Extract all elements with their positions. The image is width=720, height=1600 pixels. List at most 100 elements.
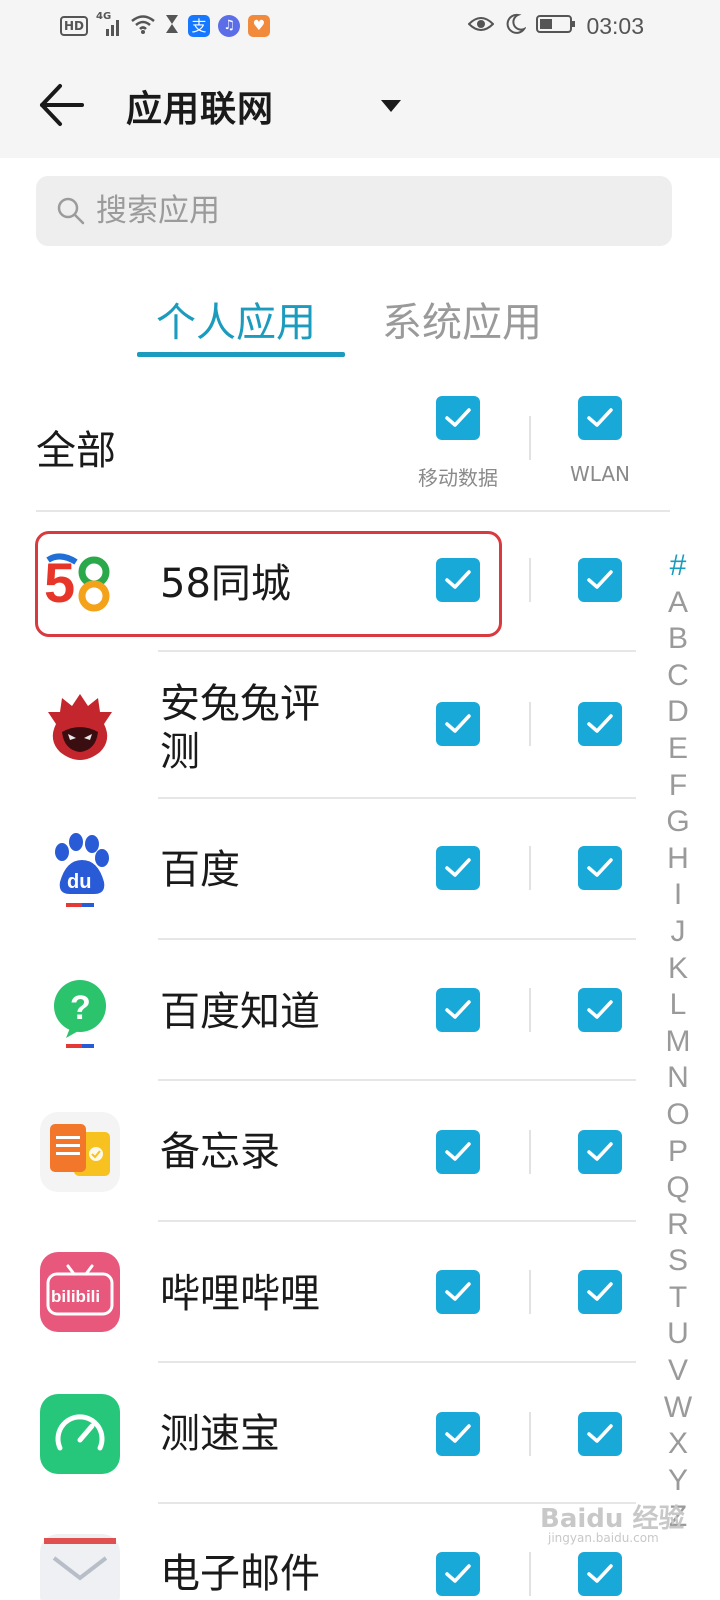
check-icon xyxy=(587,408,613,427)
status-bar: HD 4G 支 ♫ ♥ 03:03 xyxy=(0,0,720,52)
app-name: 哔哩哔哩 xyxy=(160,1271,320,1317)
index-letter[interactable]: M xyxy=(660,1024,696,1061)
index-letter[interactable]: T xyxy=(660,1280,696,1317)
caret-down-icon xyxy=(381,100,401,112)
watermark-text: Baidu 经验 xyxy=(540,1504,685,1534)
all-wlan-checkbox[interactable] xyxy=(578,396,622,440)
divider xyxy=(36,510,670,512)
index-letter[interactable]: P xyxy=(660,1134,696,1171)
wlan-checkbox[interactable] xyxy=(578,1270,622,1314)
wlan-checkbox[interactable] xyxy=(578,1552,622,1596)
wlan-checkbox[interactable] xyxy=(578,846,622,890)
check-icon xyxy=(587,1424,613,1443)
index-letter[interactable]: C xyxy=(660,658,696,695)
index-letter[interactable]: I xyxy=(660,877,696,914)
wlan-checkbox[interactable] xyxy=(578,1130,622,1174)
wlan-checkbox[interactable] xyxy=(578,988,622,1032)
mobile-data-checkbox[interactable] xyxy=(436,1552,480,1596)
wlan-checkbox[interactable] xyxy=(578,702,622,746)
column-separator xyxy=(529,702,531,746)
status-icons-right: 03:03 xyxy=(468,12,644,40)
column-separator xyxy=(529,1412,531,1456)
highlight-box xyxy=(35,531,502,637)
app-icon-email xyxy=(40,1534,120,1600)
check-icon xyxy=(445,858,471,877)
check-icon xyxy=(445,1564,471,1583)
hourglass-icon xyxy=(164,13,180,39)
column-separator xyxy=(529,1130,531,1174)
search-input[interactable] xyxy=(96,193,636,229)
index-letter[interactable]: F xyxy=(660,768,696,805)
index-letter[interactable]: A xyxy=(660,585,696,622)
eye-comfort-icon xyxy=(468,14,495,38)
app-name: 备忘录 xyxy=(160,1129,280,1175)
search-icon xyxy=(57,197,85,225)
all-apps-label: 全部 xyxy=(36,428,116,474)
index-letter[interactable]: O xyxy=(660,1097,696,1134)
app-header: 应用联网 xyxy=(0,52,720,158)
search-box[interactable] xyxy=(36,176,672,246)
index-letter[interactable]: H xyxy=(660,841,696,878)
mobile-data-checkbox[interactable] xyxy=(436,1130,480,1174)
music-icon: ♫ xyxy=(218,15,241,37)
app-icon-baidu-zhidao: ? xyxy=(40,974,120,1054)
battery-icon xyxy=(536,14,576,38)
index-letter[interactable]: # xyxy=(660,548,696,585)
app-name: 百度 xyxy=(160,847,240,893)
mobile-data-checkbox[interactable] xyxy=(436,1412,480,1456)
alphabet-index-bar[interactable]: # A B C D E F G H I J K L M N O P Q R S T U V W X Y Z xyxy=(660,548,696,1536)
column-separator xyxy=(529,988,531,1032)
wifi-icon xyxy=(130,13,156,39)
index-letter[interactable]: U xyxy=(660,1316,696,1353)
index-letter[interactable]: K xyxy=(660,951,696,988)
index-letter[interactable]: R xyxy=(660,1207,696,1244)
index-letter[interactable]: W xyxy=(660,1390,696,1427)
app-icon-bilibili: bilibili xyxy=(40,1252,120,1332)
index-letter[interactable]: L xyxy=(660,987,696,1024)
divider xyxy=(158,1079,636,1081)
check-icon xyxy=(587,1142,613,1161)
baidu-jingyan-watermark: Baidu 经验 jingyan.baidu.com xyxy=(540,1498,700,1548)
bilibili-logo-text: bilibili xyxy=(51,1287,100,1306)
check-icon xyxy=(587,1564,613,1583)
mobile-data-checkbox[interactable] xyxy=(436,702,480,746)
alipay-icon: 支 xyxy=(188,15,211,37)
index-letter[interactable]: J xyxy=(660,914,696,951)
title-dropdown-button[interactable] xyxy=(376,88,406,122)
index-letter[interactable]: Q xyxy=(660,1170,696,1207)
index-letter[interactable]: S xyxy=(660,1243,696,1280)
tab-system-apps[interactable]: 系统应用 xyxy=(382,290,542,348)
app-name: 安兔兔评 测 xyxy=(160,680,320,776)
back-button[interactable] xyxy=(36,82,86,128)
tab-personal-apps[interactable]: 个人应用 xyxy=(156,290,316,348)
app-name: 测速宝 xyxy=(160,1411,280,1457)
check-icon xyxy=(445,408,471,427)
active-tab-indicator xyxy=(137,352,345,357)
wlan-checkbox[interactable] xyxy=(578,558,622,602)
column-separator xyxy=(529,846,531,890)
index-letter[interactable]: N xyxy=(660,1060,696,1097)
app-name: 百度知道 xyxy=(160,989,320,1035)
health-icon: ♥ xyxy=(248,15,271,37)
check-icon xyxy=(587,1000,613,1019)
check-icon xyxy=(445,1000,471,1019)
divider xyxy=(158,1361,636,1363)
wlan-column-label: WLAN xyxy=(569,462,631,486)
index-letter[interactable]: D xyxy=(660,694,696,731)
page-title: 应用联网 xyxy=(126,89,275,130)
index-letter[interactable]: Y xyxy=(660,1463,696,1500)
index-letter[interactable]: G xyxy=(660,804,696,841)
index-letter[interactable]: E xyxy=(660,731,696,768)
index-letter[interactable]: V xyxy=(660,1353,696,1390)
all-mobile-data-checkbox[interactable] xyxy=(436,396,480,440)
index-letter[interactable]: X xyxy=(660,1426,696,1463)
mobile-data-checkbox[interactable] xyxy=(436,846,480,890)
check-icon xyxy=(587,570,613,589)
wlan-checkbox[interactable] xyxy=(578,1412,622,1456)
mobile-data-checkbox[interactable] xyxy=(436,1270,480,1314)
index-letter[interactable]: B xyxy=(660,621,696,658)
mobile-data-checkbox[interactable] xyxy=(436,988,480,1032)
arrow-left-icon xyxy=(40,84,84,126)
app-icon-speedtest xyxy=(40,1394,120,1474)
mobile-data-column-label: 移动数据 xyxy=(418,466,498,490)
